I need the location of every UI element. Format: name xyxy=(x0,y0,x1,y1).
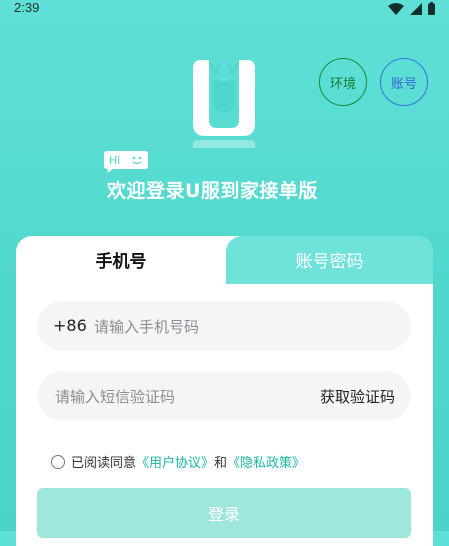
environment-button-label: 环境 xyxy=(329,76,356,92)
signal-icon xyxy=(410,2,422,15)
tab-account-password-label: 账号密码 xyxy=(295,251,364,272)
agreement-prefix: 已阅读同意 xyxy=(71,456,137,471)
status-time: 2:39 xyxy=(14,0,40,15)
welcome-title: 欢迎登录U服到家接单版 xyxy=(107,180,318,202)
battery-icon xyxy=(428,2,435,15)
phone-input[interactable] xyxy=(92,311,396,343)
sms-code-input[interactable] xyxy=(53,381,307,413)
hi-text: Hi xyxy=(109,154,120,167)
account-button-label: 账号 xyxy=(390,76,417,92)
app-logo xyxy=(193,60,255,148)
login-button-label: 登录 xyxy=(207,505,240,524)
account-switch-button[interactable]: 账号 xyxy=(380,58,428,106)
agreement-and: 和 xyxy=(214,456,228,471)
code-field: 获取验证码 xyxy=(37,371,411,421)
agreement-checkbox[interactable] xyxy=(51,454,65,469)
phone-field: +86 xyxy=(37,301,411,351)
status-bar: 2:39 xyxy=(0,0,449,18)
environment-button[interactable]: 环境 xyxy=(319,58,367,106)
privacy-policy-link[interactable]: 《隐私政策》 xyxy=(227,452,305,471)
status-icons xyxy=(388,2,435,15)
wifi-icon xyxy=(388,2,404,15)
country-code-prefix[interactable]: +86 xyxy=(53,316,87,335)
tab-phone[interactable]: 手机号 xyxy=(16,236,226,282)
tab-account-password[interactable]: 账号密码 xyxy=(226,236,433,282)
user-agreement-link[interactable]: 《用户协议》 xyxy=(136,452,214,471)
hi-bubble-icon: Hi xyxy=(104,151,148,173)
tab-phone-label: 手机号 xyxy=(95,251,147,272)
agreement-row: 已阅读同意 《用户协议》 和 《隐私政策》 xyxy=(51,452,305,471)
get-code-button[interactable]: 获取验证码 xyxy=(320,386,395,407)
